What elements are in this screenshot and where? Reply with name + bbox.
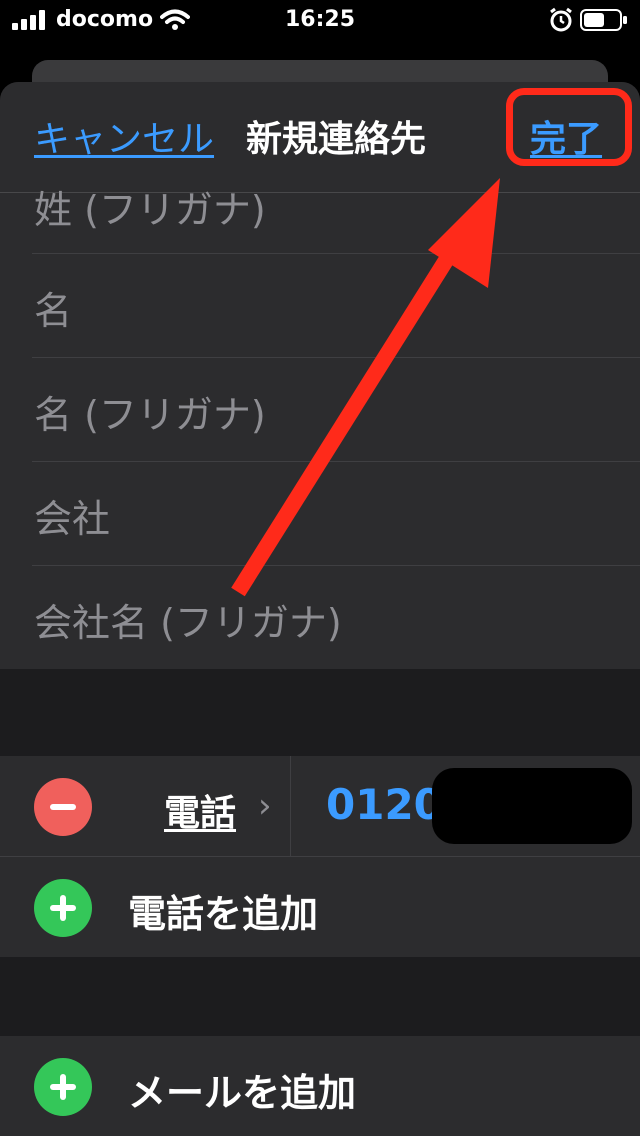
phone-number-input[interactable]: 0120 [326, 780, 443, 829]
add-phone-row[interactable]: 電話を追加 [0, 857, 640, 957]
plus-icon-vertical [60, 895, 66, 921]
status-bar: docomo 16:25 [0, 0, 640, 40]
field-placeholder: 姓 (フリガナ) [34, 188, 266, 232]
name-fields-group: 姓 (フリガナ) 名 名 (フリガナ) 会社 会社名 (フリガナ) [0, 188, 640, 669]
email-group: メールを追加 [0, 1036, 640, 1136]
alarm-icon [550, 7, 572, 32]
add-phone-button[interactable] [34, 879, 92, 937]
phone-row: 電話 › 0120 [0, 756, 640, 857]
field-placeholder: 会社名 (フリガナ) [34, 601, 342, 645]
clock-time: 16:25 [284, 7, 356, 32]
redaction-block [432, 768, 632, 844]
battery-icon [580, 9, 627, 31]
phone-type-selector[interactable]: 電話 [164, 784, 236, 836]
furigana-first-name-field[interactable]: 名 (フリガナ) [32, 358, 640, 462]
company-field[interactable]: 会社 [32, 462, 640, 566]
delete-phone-button[interactable] [34, 778, 92, 836]
navigation-bar: キャンセル 新規連絡先 完了 [0, 82, 640, 193]
field-placeholder: 名 (フリガナ) [34, 393, 266, 437]
furigana-last-name-field[interactable]: 姓 (フリガナ) [32, 188, 640, 254]
new-contact-sheet: キャンセル 新規連絡先 完了 姓 (フリガナ) 名 名 (フリガナ) 会社 会社… [0, 82, 640, 1136]
page-title: 新規連絡先 [246, 119, 427, 160]
field-placeholder: 会社 [34, 497, 111, 541]
cancel-button[interactable]: キャンセル [34, 110, 214, 162]
add-email-row[interactable]: メールを追加 [0, 1036, 640, 1136]
done-button[interactable]: 完了 [530, 110, 602, 162]
furigana-company-field[interactable]: 会社名 (フリガナ) [32, 566, 640, 669]
add-email-label: メールを追加 [128, 1071, 357, 1115]
add-email-button[interactable] [34, 1058, 92, 1116]
minus-icon [50, 804, 76, 810]
plus-icon-vertical [60, 1074, 66, 1100]
divider [290, 756, 291, 856]
first-name-field[interactable]: 名 [32, 254, 640, 358]
add-phone-label: 電話を追加 [128, 892, 319, 936]
phone-group: 電話 › 0120 電話を追加 [0, 756, 640, 957]
field-placeholder: 名 [34, 289, 73, 333]
chevron-right-icon: › [258, 786, 272, 826]
